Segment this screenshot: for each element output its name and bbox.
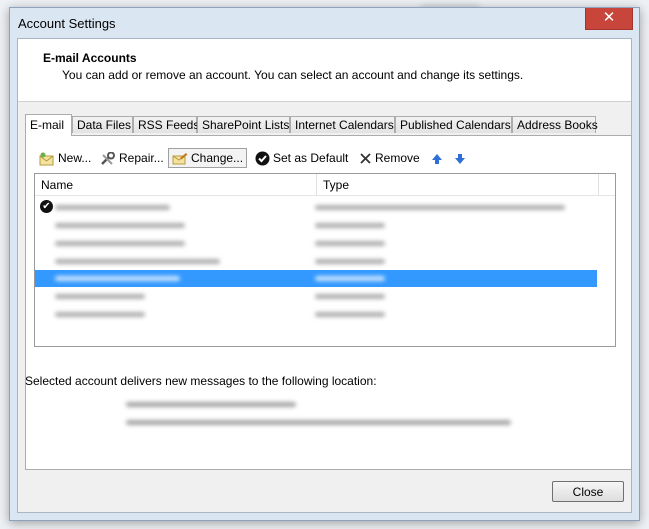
header-description: You can add or remove an account. You ca… — [62, 68, 524, 82]
redacted-account-type — [315, 259, 385, 264]
column-divider[interactable] — [598, 174, 599, 195]
close-icon: ✕ — [602, 9, 616, 26]
redacted-account-type — [315, 294, 385, 299]
account-list-header: Name Type — [35, 174, 615, 196]
redacted-account-name — [55, 241, 185, 246]
window-close-button[interactable]: ✕ — [585, 8, 633, 30]
account-row[interactable] — [35, 217, 597, 234]
tab-address-books[interactable]: Address Books — [512, 116, 598, 133]
move-up-button[interactable] — [428, 148, 446, 168]
account-row[interactable] — [35, 235, 597, 252]
account-row[interactable]: ✔ — [35, 199, 597, 216]
header-band: E-mail Accounts You can add or remove an… — [18, 39, 631, 102]
redacted-account-name — [55, 276, 180, 281]
repair-button[interactable]: Repair... — [97, 148, 167, 168]
redacted-delivery-path — [126, 420, 511, 425]
redacted-account-type — [315, 312, 385, 317]
account-row[interactable] — [35, 306, 597, 323]
set-as-default-label: Set as Default — [273, 151, 349, 165]
column-header-type[interactable]: Type — [323, 178, 349, 192]
arrow-up-icon — [432, 153, 442, 164]
tab-internet-calendars[interactable]: Internet Calendars — [290, 116, 395, 133]
tab-sharepoint-lists[interactable]: SharePoint Lists — [197, 116, 290, 133]
change-button-label: Change... — [191, 151, 244, 165]
change-button[interactable]: Change... — [168, 148, 248, 168]
tab-email[interactable]: E-mail — [25, 114, 72, 136]
new-button-label: New... — [58, 151, 92, 165]
account-settings-dialog: Account Settings ✕ E-mail Accounts You c… — [9, 7, 640, 521]
dialog-client-area: E-mail Accounts You can add or remove an… — [17, 38, 632, 513]
change-icon — [172, 152, 188, 165]
wrench-icon — [101, 151, 115, 165]
redacted-account-name — [55, 294, 145, 299]
new-button[interactable]: New... — [36, 148, 94, 168]
account-list[interactable]: Name Type ✔ — [34, 173, 616, 347]
column-header-name[interactable]: Name — [41, 178, 73, 192]
header-title: E-mail Accounts — [43, 51, 137, 65]
redacted-account-name — [55, 205, 170, 210]
redacted-account-type — [315, 223, 385, 228]
redacted-account-name — [55, 312, 145, 317]
remove-button-label: Remove — [375, 151, 420, 165]
account-row[interactable] — [35, 288, 597, 305]
arrow-down-icon — [455, 153, 465, 164]
x-icon — [360, 153, 371, 164]
redacted-account-type — [315, 241, 385, 246]
redacted-account-type — [315, 205, 565, 210]
set-as-default-button[interactable]: Set as Default — [252, 148, 351, 168]
account-row[interactable] — [35, 253, 597, 270]
remove-button[interactable]: Remove — [356, 148, 423, 168]
tab-data-files[interactable]: Data Files — [72, 116, 133, 133]
title-bar[interactable]: Account Settings ✕ — [10, 8, 639, 38]
move-down-button[interactable] — [451, 148, 469, 168]
tab-rss-feeds[interactable]: RSS Feeds — [133, 116, 199, 133]
redacted-account-name — [55, 259, 220, 264]
redacted-account-type — [315, 276, 385, 281]
default-account-check-icon: ✔ — [40, 200, 53, 213]
column-divider[interactable] — [316, 174, 317, 195]
repair-button-label: Repair... — [119, 151, 164, 165]
redacted-account-name — [55, 223, 185, 228]
window-title: Account Settings — [18, 16, 116, 31]
close-button[interactable]: Close — [552, 481, 624, 502]
tab-published-calendars[interactable]: Published Calendars — [395, 116, 512, 133]
account-row-selected[interactable] — [35, 270, 597, 287]
new-account-icon — [39, 152, 54, 166]
delivery-location-label: Selected account delivers new messages t… — [25, 374, 377, 388]
redacted-delivery-location — [126, 402, 296, 407]
checkmark-circle-icon — [255, 151, 270, 166]
